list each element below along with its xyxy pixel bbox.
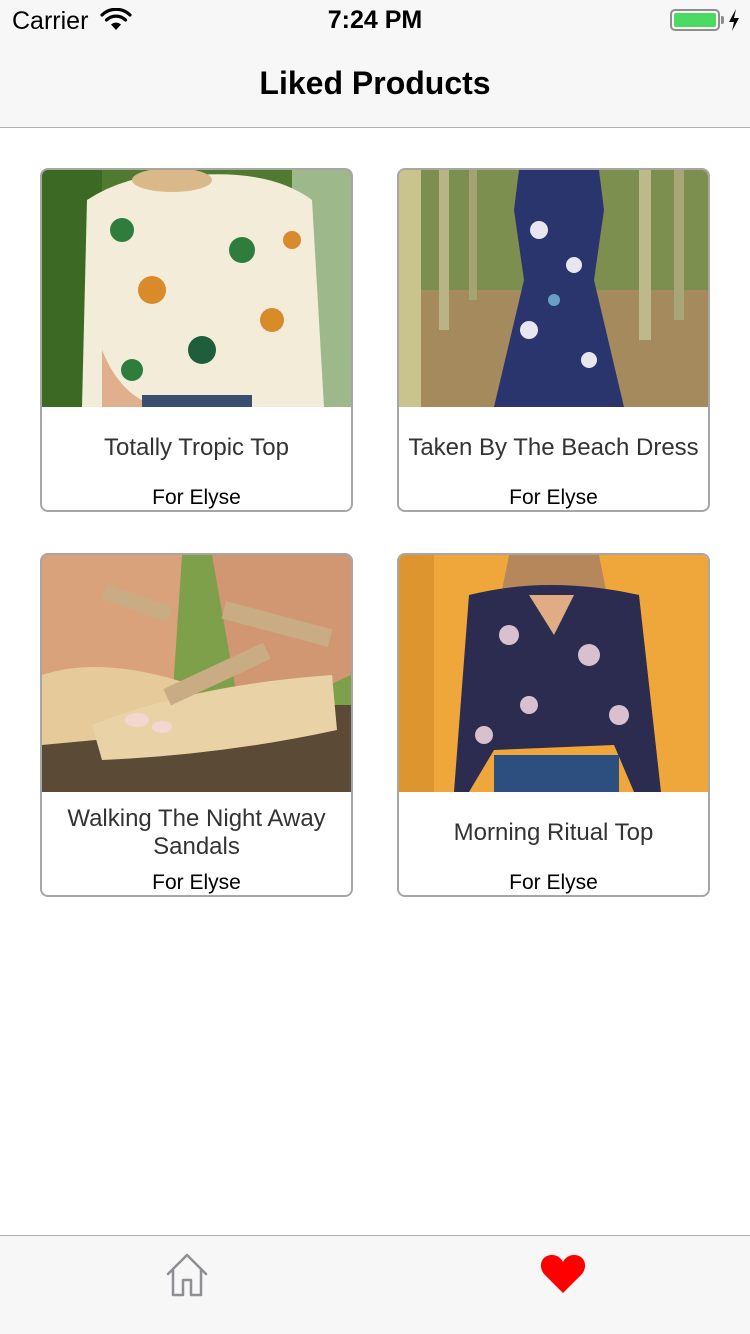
- product-card-morning-ritual-top[interactable]: Morning Ritual Top For Elyse: [397, 553, 710, 897]
- product-name: Taken By The Beach Dress: [408, 434, 699, 461]
- product-image: [399, 170, 708, 407]
- product-card-taken-by-the-beach-dress[interactable]: Taken By The Beach Dress For Elyse: [397, 168, 710, 512]
- product-name: Morning Ritual Top: [453, 819, 654, 846]
- product-name: Walking The Night Away Sandals: [67, 805, 326, 860]
- status-bar: Carrier 7:24 PM: [0, 0, 750, 40]
- product-image: [42, 170, 351, 407]
- tab-bar: [0, 1235, 750, 1334]
- product-recipient: For Elyse: [509, 486, 598, 509]
- home-icon[interactable]: [165, 1252, 209, 1298]
- page-title: Liked Products: [259, 65, 491, 101]
- product-name: Totally Tropic Top: [104, 434, 289, 461]
- charging-bolt-icon: [729, 9, 739, 31]
- navigation-bar: Liked Products: [0, 40, 750, 128]
- status-time: 7:24 PM: [327, 6, 423, 34]
- product-recipient: For Elyse: [152, 871, 241, 894]
- product-image: [399, 555, 708, 792]
- heart-icon[interactable]: [540, 1253, 586, 1295]
- product-card-totally-tropic-top[interactable]: Totally Tropic Top For Elyse: [40, 168, 353, 512]
- product-image: [42, 555, 351, 792]
- product-card-walking-the-night-away-sandals[interactable]: Walking The Night Away Sandals For Elyse: [40, 553, 353, 897]
- battery-icon: [670, 9, 720, 31]
- product-recipient: For Elyse: [152, 486, 241, 509]
- battery-nub: [721, 16, 724, 24]
- product-recipient: For Elyse: [509, 871, 598, 894]
